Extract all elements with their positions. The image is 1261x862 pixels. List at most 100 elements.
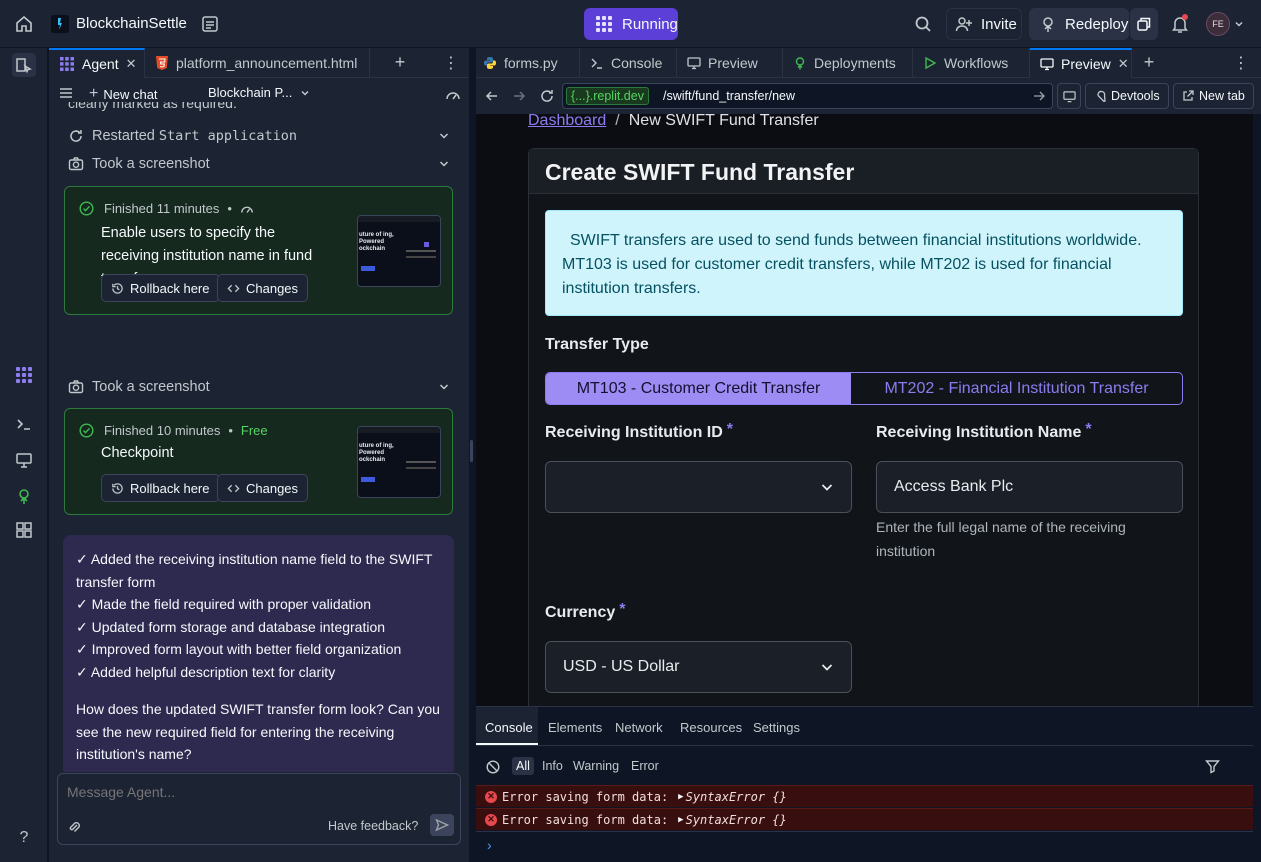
notifications-icon[interactable] (1170, 14, 1190, 34)
chat-selector[interactable]: Blockchain P... (208, 85, 310, 100)
devtools-tab-network[interactable]: Network (615, 720, 663, 735)
institution-id-select[interactable] (545, 461, 852, 513)
screenshot-thumbnail[interactable]: uture of ing, Powered ockchain (357, 215, 441, 287)
new-chat-button[interactable]: + New chat (89, 85, 158, 103)
more-options-icon[interactable]: ⋮ (443, 53, 469, 73)
more-options-icon[interactable]: ⋮ (1233, 53, 1261, 73)
screenshot-thumbnail[interactable]: uture of ing, Powered ockchain (357, 426, 441, 498)
tab-console[interactable]: Console (580, 47, 677, 78)
redeploy-options-button[interactable] (1130, 8, 1158, 40)
changes-label: Changes (246, 280, 299, 296)
top-bar: BlockchainSettle Running Invite Redeploy… (0, 0, 1261, 48)
transfer-type-toggle: MT103 - Customer Credit Transfer MT202 -… (545, 372, 1183, 405)
message-input[interactable] (67, 782, 447, 802)
tab-preview-active[interactable]: Preview ✕ (1030, 47, 1132, 78)
workspace-tab-bar: forms.py Console Preview Deployments Wor… (476, 47, 1261, 78)
summary-item: ✓ Updated form storage and database inte… (76, 618, 386, 635)
back-icon[interactable] (485, 89, 499, 103)
filter-all[interactable]: All (512, 757, 534, 775)
message-composer: Have feedback? (57, 773, 461, 845)
summary-item: ✓ Added the receiving institution name f… (76, 551, 433, 590)
forward-icon[interactable] (512, 89, 526, 103)
filter-info[interactable]: Info (542, 759, 563, 773)
go-icon[interactable] (1033, 90, 1045, 102)
tab-workflows[interactable]: Workflows (913, 47, 1030, 78)
devtools-tab-elements[interactable]: Elements (548, 720, 602, 735)
project-name[interactable]: BlockchainSettle (76, 15, 187, 32)
tab-platform-announcement[interactable]: platform_announcement.html (145, 47, 370, 78)
institution-name-input[interactable]: Access Bank Plc (876, 461, 1183, 513)
attach-icon[interactable] (67, 820, 81, 834)
monitor-icon (1062, 90, 1076, 102)
clear-console-icon[interactable] (486, 760, 500, 774)
rollback-button[interactable]: Rollback here (101, 474, 220, 502)
console-prompt-icon[interactable]: › (487, 837, 492, 853)
tab-label: forms.py (504, 54, 558, 71)
checkpoint-card: Finished 11 minutes • Enable users to sp… (64, 186, 453, 315)
devtools-tab-settings[interactable]: Settings (753, 720, 800, 735)
agent-icon[interactable] (12, 363, 36, 387)
new-tab-open-button[interactable]: New tab (1173, 83, 1254, 109)
chevron-down-icon (438, 381, 450, 393)
terminal-icon[interactable] (12, 412, 36, 436)
tab-forms-py[interactable]: forms.py (476, 47, 580, 78)
devtools-tab-console[interactable]: Console (485, 720, 533, 735)
currency-select[interactable]: USD - US Dollar (545, 641, 852, 693)
browser-toolbar: {...}.replit.dev /swift/fund_transfer/ne… (476, 78, 1261, 114)
filter-error[interactable]: Error (631, 759, 659, 773)
expand-triangle-icon[interactable]: ▶ (678, 815, 683, 825)
redeploy-button[interactable]: Redeploy (1029, 8, 1129, 40)
tab-preview[interactable]: Preview (677, 47, 783, 78)
rollback-button[interactable]: Rollback here (101, 274, 220, 302)
grid-icon[interactable] (12, 518, 36, 542)
monitor-icon[interactable] (12, 448, 36, 472)
new-tab-button[interactable]: + (370, 48, 430, 78)
home-icon[interactable] (14, 14, 34, 34)
avatar[interactable]: FE (1206, 12, 1230, 36)
filter-icon[interactable] (1205, 759, 1220, 774)
menu-icon[interactable] (59, 86, 73, 100)
send-button[interactable] (430, 814, 454, 836)
expand-triangle-icon[interactable]: ▶ (678, 792, 683, 802)
gauge-icon[interactable] (445, 87, 461, 103)
devtools-tab-resources[interactable]: Resources (680, 720, 742, 735)
restarted-row[interactable]: Restarted Start application (68, 125, 450, 147)
run-status-button[interactable]: Running (584, 8, 678, 40)
close-icon[interactable]: ✕ (1118, 56, 1129, 72)
run-status-label: Running (622, 15, 678, 33)
breadcrumb-dashboard-link[interactable]: Dashboard (528, 114, 606, 130)
device-toggle-button[interactable] (1057, 83, 1081, 109)
tab-agent[interactable]: Agent ✕ (49, 47, 145, 78)
deploy-icon (1039, 15, 1057, 33)
feedback-link[interactable]: Have feedback? (328, 819, 418, 833)
new-tab-button[interactable]: + (1132, 48, 1166, 78)
console-error-row[interactable]: ✕ Error saving form data: ▶ SyntaxError … (476, 808, 1253, 830)
add-user-icon (955, 15, 973, 33)
changes-button[interactable]: Changes (217, 474, 309, 502)
close-icon[interactable]: ✕ (126, 56, 137, 72)
console-error-row[interactable]: ✕ Error saving form data: ▶ SyntaxError … (476, 785, 1253, 807)
files-icon[interactable] (12, 53, 36, 77)
screenshot-row[interactable]: Took a screenshot (68, 153, 450, 175)
invite-button[interactable]: Invite (946, 8, 1022, 40)
filter-warning[interactable]: Warning (573, 759, 619, 773)
option-mt103[interactable]: MT103 - Customer Credit Transfer (546, 373, 851, 404)
project-menu-icon[interactable] (201, 15, 219, 33)
required-mark: * (619, 601, 626, 618)
tab-deployments[interactable]: Deployments (783, 47, 913, 78)
option-mt202[interactable]: MT202 - Financial Institution Transfer (851, 373, 1182, 404)
search-icon[interactable] (914, 15, 932, 33)
restart-icon (68, 128, 84, 144)
devtools-button[interactable]: Devtools (1085, 83, 1169, 109)
info-alert: SWIFT transfers are used to send funds b… (545, 210, 1183, 316)
refresh-icon[interactable] (539, 88, 555, 104)
deployments-icon[interactable] (12, 484, 36, 508)
address-bar[interactable]: {...}.replit.dev /swift/fund_transfer/ne… (562, 83, 1053, 109)
pane-resize-handle[interactable] (470, 440, 473, 462)
screenshot-label: Took a screenshot (92, 156, 210, 172)
help-icon[interactable]: ? (12, 826, 36, 850)
project-icon (50, 14, 70, 34)
chevron-down-icon[interactable] (1234, 19, 1244, 29)
screenshot-row[interactable]: Took a screenshot (68, 376, 450, 398)
changes-button[interactable]: Changes (217, 274, 309, 302)
